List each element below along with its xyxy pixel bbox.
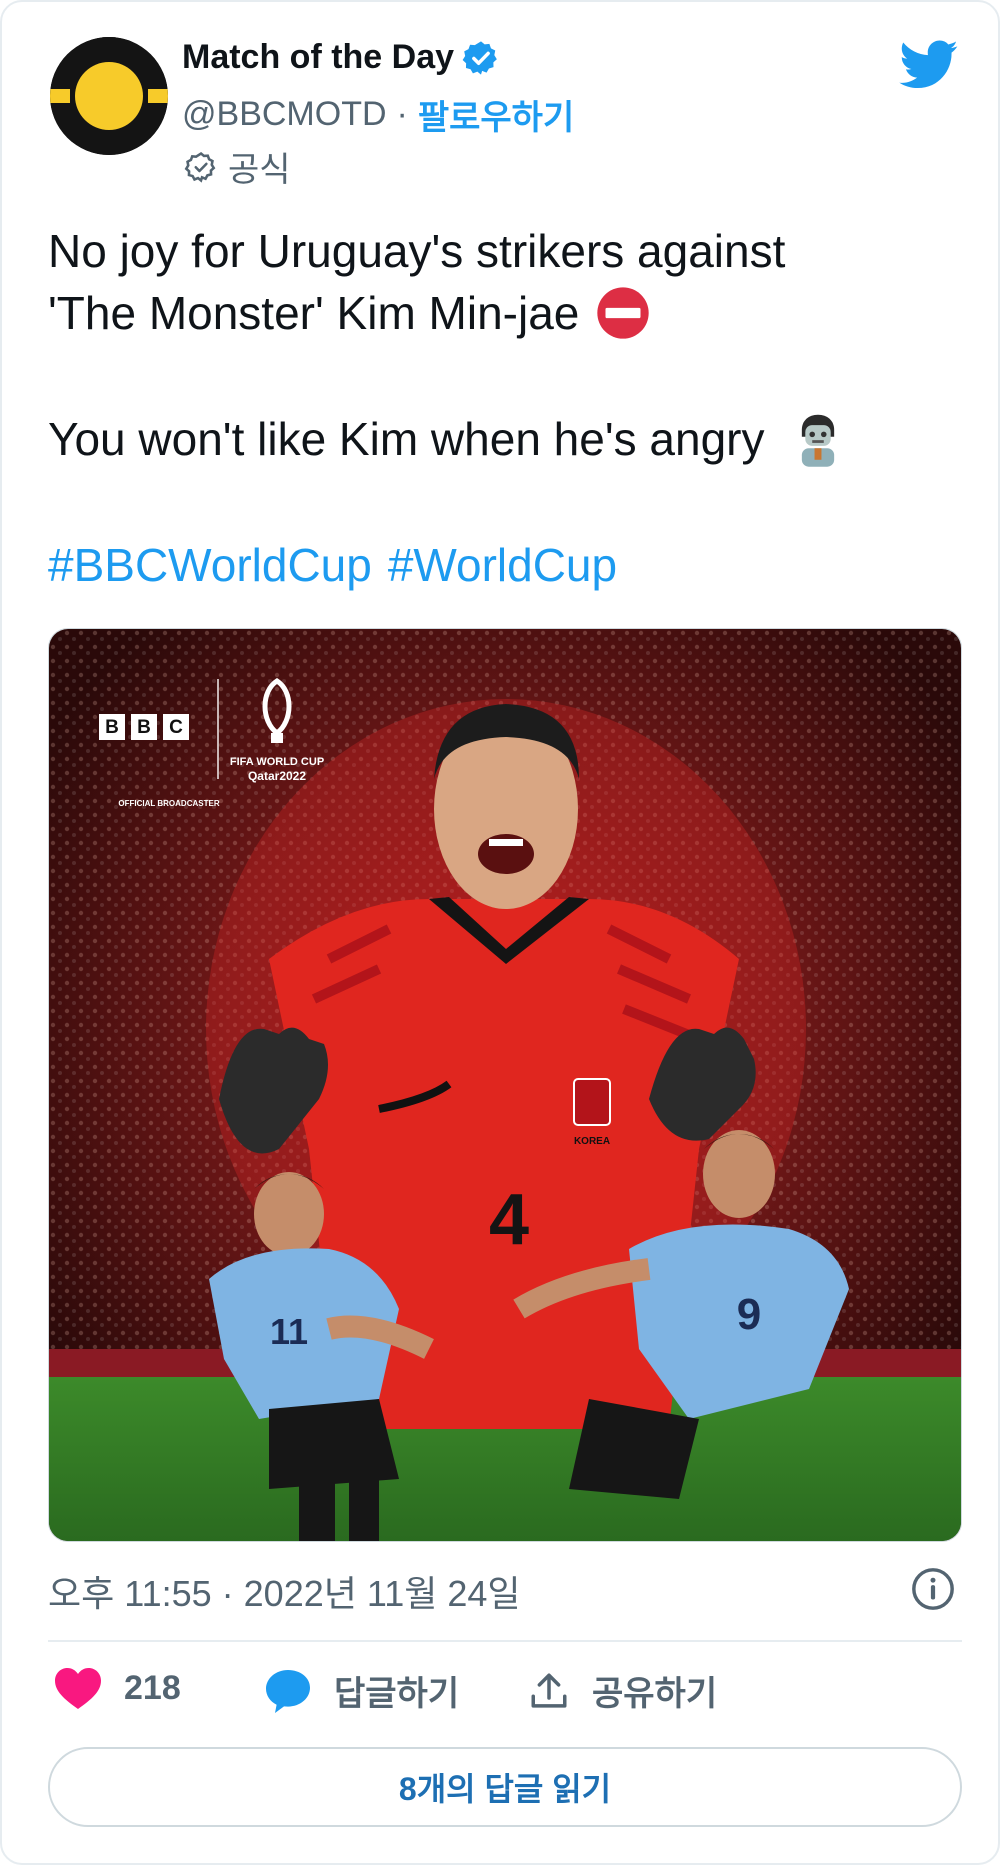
reply-bubble-icon	[266, 1669, 310, 1713]
reply-button[interactable]: 답글하기	[264, 1666, 459, 1715]
tournament-line-2: Qatar2022	[248, 769, 306, 783]
read-replies-button[interactable]: 8개의 답글 읽기	[48, 1747, 962, 1827]
tweet-line-3: You won't like Kim when he's angry	[48, 408, 968, 470]
svg-text:C: C	[169, 717, 183, 738]
share-label: 공유하기	[592, 1675, 718, 1713]
media-illustration: B B C FIFA WORLD CUP Qatar2022 OFFICIAL …	[49, 629, 961, 1541]
like-count: 218	[124, 1668, 181, 1707]
author-name[interactable]: Match of the Day	[182, 38, 500, 77]
author-name-text: Match of the Day	[182, 38, 455, 76]
official-broadcaster-label: OFFICIAL BROADCASTER	[118, 799, 219, 808]
tweet-line-1-text: No joy for Uruguay's strikers against	[48, 225, 786, 277]
right-player-number: 9	[737, 1290, 761, 1339]
follow-link[interactable]: 팔로우하기	[418, 90, 574, 139]
handle-separator: ·	[396, 95, 408, 133]
official-check-icon	[184, 150, 218, 184]
zombie-emoji-icon	[790, 409, 850, 469]
like-button[interactable]: 218	[54, 1666, 181, 1710]
read-replies-label: 8개의 답글 읽기	[398, 1771, 612, 1807]
hashtags: #BBCWorldCup #WorldCup	[48, 534, 968, 596]
handle-row: @BBCMOTD · 팔로우하기	[182, 90, 574, 139]
tweet-line-1: No joy for Uruguay's strikers against	[48, 220, 968, 282]
avatar[interactable]	[50, 37, 168, 155]
verified-icon	[462, 39, 500, 77]
tweet-line-2-text: 'The Monster' Kim Min-jae	[48, 287, 580, 339]
svg-text:B: B	[137, 717, 151, 738]
divider	[48, 1640, 962, 1642]
tweet-timestamp[interactable]: 오후 11:55 · 2022년 11월 24일	[48, 1565, 521, 1617]
svg-text:B: B	[105, 717, 119, 738]
official-label-row: 공식	[184, 142, 291, 191]
heart-icon	[55, 1668, 101, 1709]
official-label: 공식	[228, 151, 291, 189]
hashtag-bbcworldcup[interactable]: #BBCWorldCup	[48, 534, 372, 596]
author-handle[interactable]: @BBCMOTD	[182, 95, 387, 134]
main-player-number: 4	[489, 1180, 529, 1260]
tournament-line-1: FIFA WORLD CUP	[230, 756, 324, 768]
reply-label: 답글하기	[334, 1675, 460, 1713]
no-entry-emoji-icon	[595, 285, 651, 341]
team-label: KOREA	[574, 1136, 610, 1147]
left-player-number: 11	[270, 1311, 308, 1352]
tweet-card: Match of the Day @BBCMOTD · 팔로우하기 공식 No …	[0, 0, 1000, 1865]
info-icon[interactable]	[910, 1566, 956, 1612]
hashtag-worldcup[interactable]: #WorldCup	[388, 534, 617, 596]
twitter-bird-icon[interactable]	[899, 40, 959, 92]
tweet-media-image[interactable]: B B C FIFA WORLD CUP Qatar2022 OFFICIAL …	[48, 628, 962, 1542]
share-button[interactable]: 공유하기	[528, 1666, 717, 1715]
share-icon	[531, 1673, 567, 1708]
tweet-line-2: 'The Monster' Kim Min-jae	[48, 282, 968, 344]
tweet-text: No joy for Uruguay's strikers against 'T…	[48, 220, 968, 596]
tweet-line-3-text: You won't like Kim when he's angry	[48, 413, 765, 465]
